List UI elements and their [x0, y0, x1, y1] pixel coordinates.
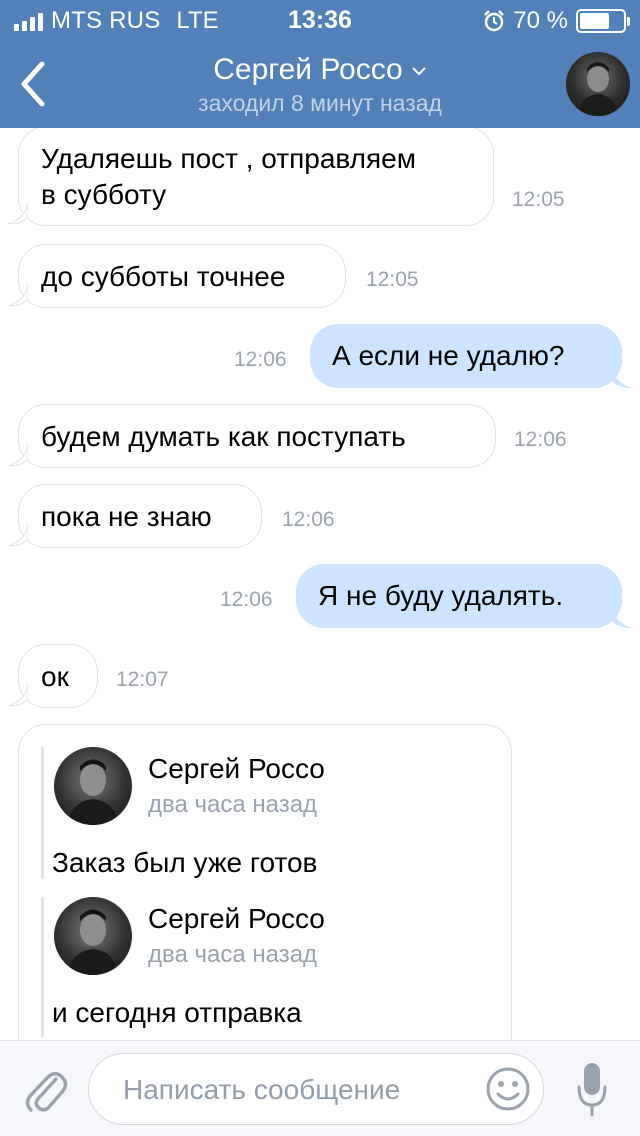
outgoing-message[interactable]: А если не удалю? — [310, 324, 622, 388]
message-text: ок — [41, 661, 69, 692]
bubble-tail — [8, 202, 28, 224]
message-text-line: в субботу — [41, 179, 167, 210]
sender-avatar — [54, 897, 132, 975]
message-time: 12:06 — [514, 428, 567, 451]
forwarded-message[interactable]: Сергей Россо два часа назад Заказ был уж… — [41, 747, 491, 879]
message-text: Я не буду удалять. — [318, 580, 564, 611]
bubble-tail — [612, 606, 632, 628]
chevron-down-icon[interactable] — [411, 65, 427, 77]
message-input[interactable]: Написать сообщение — [88, 1053, 544, 1125]
message-composer: Написать сообщение — [0, 1040, 640, 1136]
chat-header: MTS RUS LTE 13:36 70 % Сергей Россо захо… — [0, 0, 640, 128]
forwarded-time: два часа назад — [148, 791, 318, 818]
forwarded-text: Заказ был уже готов — [52, 847, 318, 878]
contact-name[interactable]: Сергей Россо — [213, 53, 403, 86]
paperclip-icon[interactable] — [22, 1063, 68, 1115]
message-time: 12:06 — [234, 348, 287, 371]
message-input-placeholder: Написать сообщение — [123, 1074, 401, 1105]
last-seen-status: заходил 8 минут назад — [198, 90, 442, 116]
contact-name-row[interactable]: Сергей Россо — [0, 52, 640, 88]
battery-percent: 70 % — [513, 7, 568, 34]
avatar-photo — [68, 759, 118, 825]
bubble-tail — [612, 366, 632, 388]
message-text: до субботы точнее — [41, 261, 286, 292]
status-bar: MTS RUS LTE 13:36 70 % — [0, 0, 640, 40]
status-right: 70 % — [483, 7, 630, 35]
avatar-photo — [68, 909, 118, 975]
message-time: 12:05 — [512, 188, 565, 211]
incoming-message[interactable]: до субботы точнее — [18, 244, 346, 308]
message-time: 12:06 — [220, 588, 273, 611]
emoji-icon[interactable] — [483, 1064, 533, 1114]
message-text: будем думать как поступать — [41, 421, 406, 452]
forwarded-message[interactable]: Сергей Россо два часа назад и сегодня от… — [41, 897, 491, 1037]
sender-name: Сергей Россо — [148, 903, 325, 934]
forwarded-messages[interactable]: Сергей Россо два часа назад Заказ был уж… — [18, 724, 512, 1040]
forwarded-time: два часа назад — [148, 941, 318, 968]
message-time: 12:06 — [282, 508, 335, 531]
sender-name: Сергей Россо — [148, 753, 325, 784]
incoming-message[interactable]: Удаляешь пост , отправляем в субботу — [18, 128, 494, 226]
bubble-tail — [8, 524, 28, 546]
alarm-icon — [484, 10, 505, 32]
incoming-message[interactable]: будем думать как поступать — [18, 404, 496, 468]
battery-icon — [576, 9, 630, 33]
bubble-tail — [8, 684, 28, 706]
sender-avatar — [54, 747, 132, 825]
contact-avatar[interactable] — [566, 52, 630, 116]
incoming-message[interactable]: ок — [18, 644, 98, 708]
chat-title-area[interactable]: Сергей Россо заходил 8 минут назад — [0, 52, 640, 118]
incoming-message[interactable]: пока не знаю — [18, 484, 262, 548]
message-time: 12:05 — [366, 268, 419, 291]
forwarded-text: и сегодня отправка — [52, 997, 302, 1028]
message-text: пока не знаю — [41, 501, 212, 532]
message-list[interactable]: Удаляешь пост , отправляем в субботу 12:… — [0, 128, 640, 1040]
microphone-icon[interactable] — [576, 1061, 608, 1119]
bubble-tail — [8, 284, 28, 306]
avatar-photo — [578, 62, 618, 116]
message-text: А если не удалю? — [332, 340, 565, 371]
outgoing-message[interactable]: Я не буду удалять. — [296, 564, 622, 628]
message-text-line: Удаляешь пост , отправляем — [41, 143, 416, 174]
bubble-tail — [8, 444, 28, 466]
message-time: 12:07 — [116, 668, 169, 691]
